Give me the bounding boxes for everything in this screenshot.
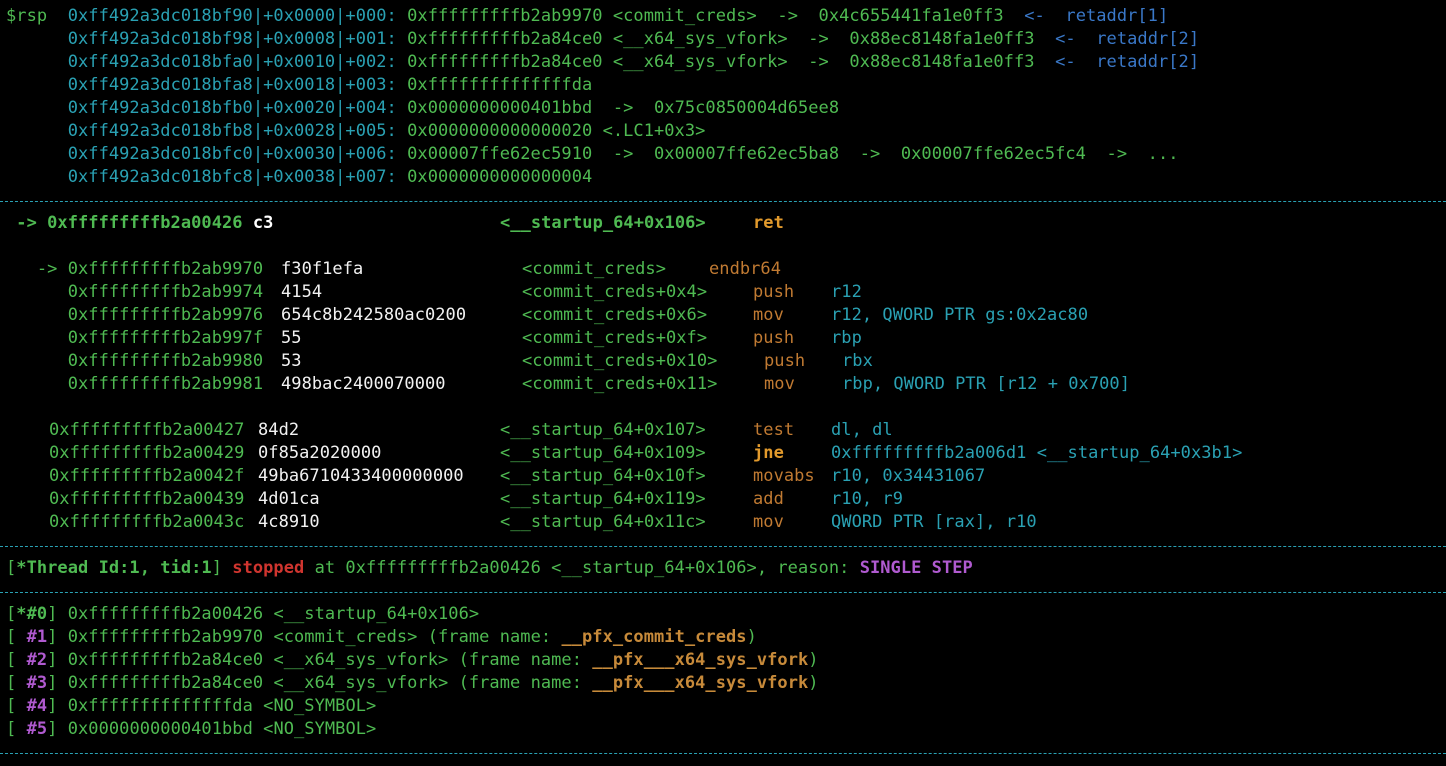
section-divider [0,592,1446,593]
thread-status: [*Thread Id:1, tid:1] stopped at 0xfffff… [6,558,973,578]
branch-instruction: 0xfffffffffb2ab9974 4154 <commit_creds+0x4… [67,282,862,302]
section-divider [0,753,1446,754]
stack-row: 0xff492a3dc018bf98|+0x0008|+001: 0xfffff… [67,29,1200,49]
stack-row: 0xff492a3dc018bfb0|+0x0020|+004: 0x00000… [67,98,840,118]
trace-frame[interactable]: [ #1] 0xfffffffffb2ab9970 <commit_creds>… [6,626,757,649]
stack-row: 0xff492a3dc018bfb8|+0x0028|+005: 0x00000… [67,121,706,141]
branch-instruction: 0xfffffffffb2ab9976 654c8b242580ac0200 <co… [67,305,1089,325]
branch-instruction: -> 0xfffffffffb2ab9970 f30f1efa <commit_cr… [6,259,781,279]
trace-frame[interactable]: [ #2] 0xfffffffffb2a84ce0 <__x64_sys_vfo… [6,649,819,672]
section-divider [0,201,1446,202]
trace-frame[interactable]: [ #5] 0x0000000000401bbd <NO_SYMBOL> [6,718,376,741]
trace-frame[interactable]: [ #4] 0xffffffffffffffda <NO_SYMBOL> [6,695,376,718]
stack-row: 0xff492a3dc018bfa8|+0x0018|+003: 0xfffff… [67,75,593,95]
branch-instruction: 0xfffffffffb2ab997f 55 <commit_creds+0xf> p… [67,328,862,348]
trace-frame[interactable]: [ #3] 0xfffffffffb2a84ce0 <__x64_sys_vfo… [6,672,819,695]
stack-row: 0xff492a3dc018bfc8|+0x0038|+007: 0x00000… [67,167,593,187]
branch-instruction: 0xfffffffffb2ab9980 53 <commit_creds+0x10>… [67,351,873,371]
branch-instruction: 0xfffffffffb2ab9981 498bac2400070000 <comm… [67,374,1130,394]
stack-row: 0xff492a3dc018bfc0|+0x0030|+006: 0x00007… [67,144,1179,164]
stack-row: 0xff492a3dc018bfa0|+0x0010|+002: 0xfffff… [67,52,1200,72]
section-divider [0,546,1446,547]
trace-frame[interactable]: [*#0] 0xfffffffffb2a00426 <__startup_64+… [6,603,479,626]
stack-row: $rsp 0xff492a3dc018bf90|+0x0000|+000: 0x… [6,6,1169,26]
current-instruction: -> 0xfffffffffb2a00426 c3 <__startup_64+0… [6,213,784,233]
